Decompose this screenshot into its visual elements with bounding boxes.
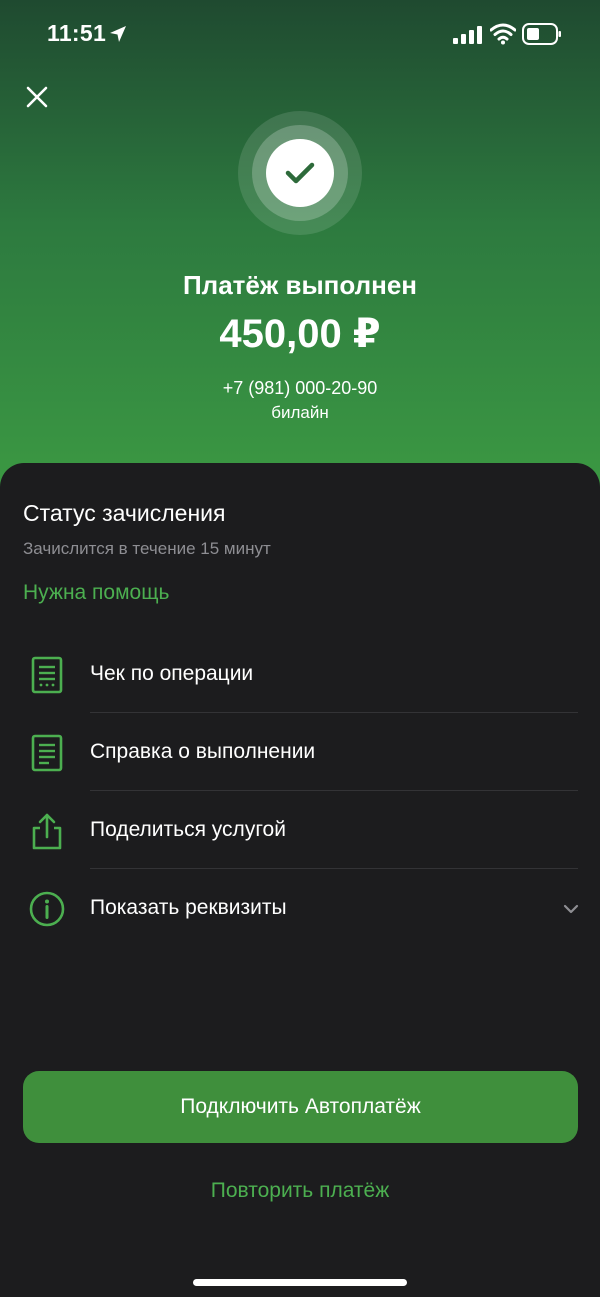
location-arrow-icon xyxy=(110,26,126,42)
repeat-payment-link[interactable]: Повторить платёж xyxy=(0,1179,600,1203)
menu-item-label: Показать реквизиты xyxy=(90,896,287,919)
chevron-down-icon xyxy=(563,904,579,914)
menu-item-label: Чек по операции xyxy=(90,662,254,685)
payment-amount: 450,00 ₽ xyxy=(219,312,381,356)
success-badge xyxy=(238,111,362,235)
details-sheet: Статус зачисления Зачислится в течение 1… xyxy=(0,463,600,1297)
close-icon xyxy=(26,86,48,108)
status-time: 11:51 xyxy=(47,20,107,46)
battery-icon xyxy=(522,23,561,45)
autopay-button[interactable]: Подключить Автоплатёж xyxy=(23,1071,578,1143)
recipient-operator: билайн xyxy=(271,403,329,422)
document-icon xyxy=(31,734,63,772)
close-button[interactable] xyxy=(20,80,54,114)
receipt-icon xyxy=(31,656,63,694)
share-icon xyxy=(32,813,62,850)
menu-item-share[interactable]: Поделиться услугой xyxy=(0,791,600,869)
success-badge-core xyxy=(266,139,334,207)
status-subtitle: Зачислится в течение 15 минут xyxy=(23,539,271,558)
menu-item-label: Поделиться услугой xyxy=(90,818,286,841)
recipient-phone: +7 (981) 000-20-90 xyxy=(222,378,378,398)
cellular-signal-icon xyxy=(453,26,482,44)
menu-item-receipt[interactable]: Чек по операции xyxy=(0,635,600,713)
wifi-icon xyxy=(490,23,516,45)
menu-item-certificate[interactable]: Справка о выполнении xyxy=(0,713,600,791)
status-title: Статус зачисления xyxy=(23,500,226,526)
hero-header: 11:51 Платёж выполнен 450,00 ₽ +7 (981) … xyxy=(0,0,600,500)
info-icon xyxy=(29,891,65,927)
payment-status-title: Платёж выполнен xyxy=(182,270,418,300)
menu-item-label: Справка о выполнении xyxy=(90,740,316,763)
help-link[interactable]: Нужна помощь xyxy=(23,581,169,605)
home-indicator[interactable] xyxy=(193,1279,407,1286)
status-bar: 11:51 xyxy=(0,0,600,66)
menu-item-details[interactable]: Показать реквизиты xyxy=(0,869,600,947)
checkmark-icon xyxy=(285,162,315,184)
